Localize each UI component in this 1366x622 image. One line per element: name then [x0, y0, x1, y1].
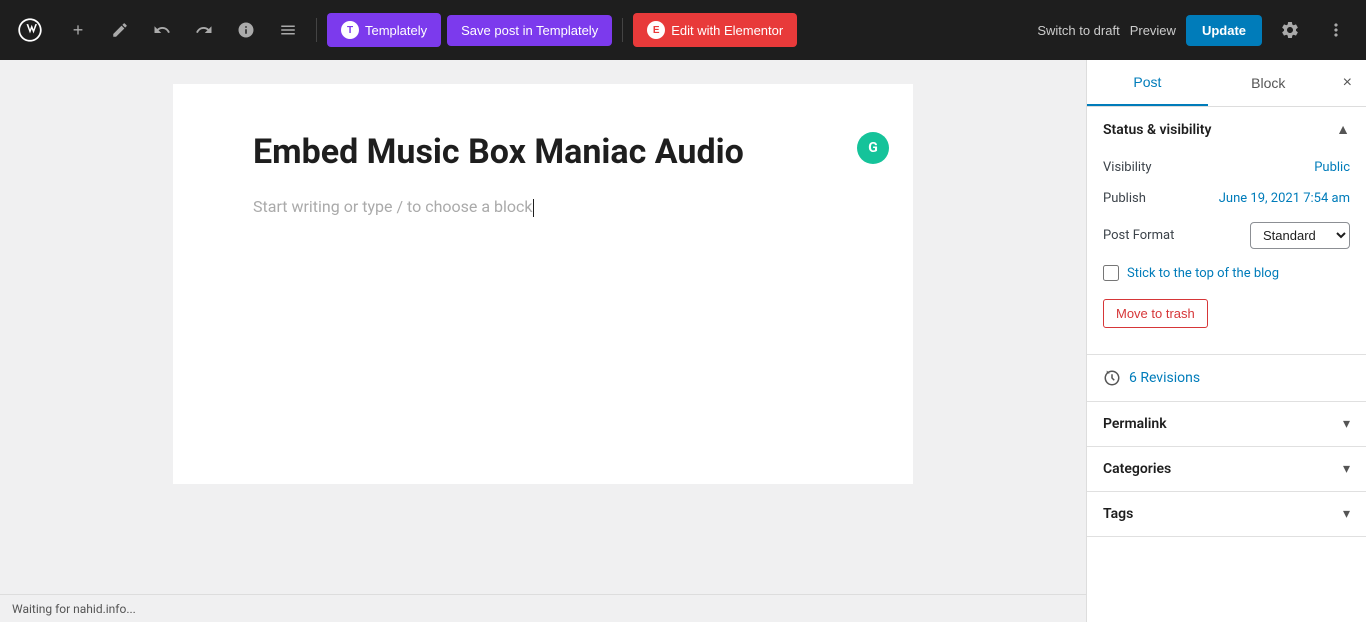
- status-visibility-chevron: ▲: [1336, 121, 1350, 138]
- status-visibility-section: Status & visibility ▲ Visibility Public …: [1087, 107, 1366, 355]
- post-format-select[interactable]: Standard Aside Image Video Quote Link Ga…: [1250, 222, 1350, 249]
- undo-button[interactable]: [144, 12, 180, 48]
- status-visibility-content: Visibility Public Publish June 19, 2021 …: [1087, 152, 1366, 354]
- visibility-label: Visibility: [1103, 160, 1152, 175]
- settings-button[interactable]: [1272, 12, 1308, 48]
- toolbar-right: Switch to draft Preview Update: [1037, 12, 1354, 48]
- editor-area: G Embed Music Box Maniac Audio Start wri…: [0, 60, 1086, 622]
- templately-button[interactable]: T Templately: [327, 13, 441, 47]
- permalink-title: Permalink: [1103, 416, 1167, 432]
- tab-block[interactable]: Block: [1208, 60, 1329, 106]
- status-visibility-title: Status & visibility: [1103, 122, 1211, 138]
- stick-to-top-label: Stick to the top of the blog: [1127, 266, 1279, 281]
- post-title[interactable]: Embed Music Box Maniac Audio: [253, 132, 833, 173]
- revisions-row[interactable]: 6 Revisions: [1087, 355, 1366, 402]
- publish-label: Publish: [1103, 191, 1146, 206]
- status-visibility-header[interactable]: Status & visibility ▲: [1087, 107, 1366, 152]
- tools-button[interactable]: [270, 12, 306, 48]
- info-button[interactable]: [228, 12, 264, 48]
- text-cursor: [533, 199, 534, 217]
- update-button[interactable]: Update: [1186, 15, 1262, 46]
- post-format-label: Post Format: [1103, 228, 1174, 243]
- permalink-chevron: ▾: [1343, 416, 1350, 432]
- more-options-button[interactable]: [1318, 12, 1354, 48]
- tags-title: Tags: [1103, 506, 1133, 522]
- publish-value[interactable]: June 19, 2021 7:54 am: [1219, 191, 1350, 206]
- toolbar: + T Templately Save post in Templately E…: [0, 0, 1366, 60]
- save-templately-button[interactable]: Save post in Templately: [447, 15, 612, 46]
- stick-to-top-row: Stick to the top of the blog: [1103, 257, 1350, 289]
- main-layout: G Embed Music Box Maniac Audio Start wri…: [0, 60, 1366, 622]
- elementor-button[interactable]: E Edit with Elementor: [633, 13, 797, 47]
- sidebar: Post Block × Status & visibility ▲ Visib…: [1086, 60, 1366, 622]
- revisions-label: 6 Revisions: [1129, 370, 1200, 386]
- status-text: Waiting for nahid.info...: [12, 602, 136, 616]
- tags-chevron: ▾: [1343, 506, 1350, 522]
- publish-row: Publish June 19, 2021 7:54 am: [1103, 183, 1350, 214]
- post-format-row: Post Format Standard Aside Image Video Q…: [1103, 214, 1350, 257]
- visibility-value[interactable]: Public: [1314, 160, 1350, 175]
- status-bar: Waiting for nahid.info...: [0, 594, 1086, 622]
- move-to-trash-button[interactable]: Move to trash: [1103, 299, 1208, 328]
- switch-draft-button[interactable]: Switch to draft: [1037, 23, 1119, 38]
- wp-logo: [12, 12, 48, 48]
- editor-canvas: G Embed Music Box Maniac Audio Start wri…: [173, 84, 913, 484]
- visibility-row: Visibility Public: [1103, 152, 1350, 183]
- toolbar-separator-1: [316, 18, 317, 42]
- sidebar-close-button[interactable]: ×: [1329, 60, 1366, 106]
- trash-row: Move to trash: [1103, 289, 1350, 338]
- tab-post[interactable]: Post: [1087, 60, 1208, 106]
- toolbar-separator-2: [622, 18, 623, 42]
- tags-section[interactable]: Tags ▾: [1087, 492, 1366, 537]
- redo-button[interactable]: [186, 12, 222, 48]
- post-placeholder[interactable]: Start writing or type / to choose a bloc…: [253, 197, 833, 217]
- preview-button[interactable]: Preview: [1130, 23, 1176, 38]
- revisions-icon: [1103, 369, 1121, 387]
- grammarly-icon[interactable]: G: [857, 132, 889, 164]
- stick-to-top-checkbox[interactable]: [1103, 265, 1119, 281]
- categories-title: Categories: [1103, 461, 1171, 477]
- categories-section[interactable]: Categories ▾: [1087, 447, 1366, 492]
- add-block-button[interactable]: +: [60, 12, 96, 48]
- edit-button[interactable]: [102, 12, 138, 48]
- categories-chevron: ▾: [1343, 461, 1350, 477]
- sidebar-tabs: Post Block ×: [1087, 60, 1366, 107]
- permalink-section[interactable]: Permalink ▾: [1087, 402, 1366, 447]
